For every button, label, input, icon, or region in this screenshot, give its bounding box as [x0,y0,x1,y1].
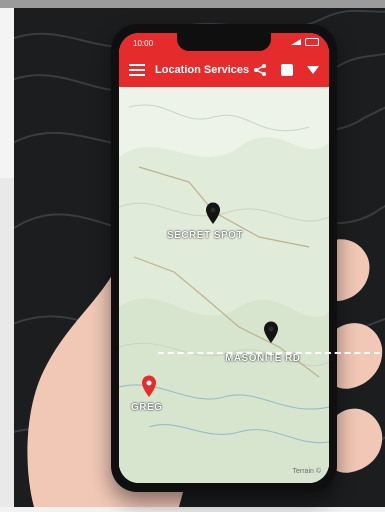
save-icon[interactable] [281,64,293,76]
marker-label-secret-spot: SECRET SPOT [167,230,244,241]
phone-screen: 10:00 Location Services SECRET SPOT MASO… [119,33,329,483]
map-marker-masonite-rd[interactable] [263,321,279,343]
marker-label-greg: GREG [131,402,163,413]
filter-icon[interactable] [307,66,319,74]
map-pin-icon [206,202,220,224]
share-icon[interactable] [253,63,267,77]
app-bar-actions [253,63,319,77]
map-marker-greg[interactable] [141,375,157,397]
phone-notch [177,33,271,51]
app-title: Location Services [155,64,250,76]
map-background [119,87,329,483]
app-bar: Location Services [119,53,329,87]
map-pin-icon [264,321,278,343]
battery-icon [305,38,319,46]
left-gray-block [0,178,14,507]
top-strip [0,0,385,8]
map-marker-secret-spot[interactable] [205,202,221,224]
marker-label-masonite-rd: MASONITE RD [225,353,301,364]
status-bar: 10:00 [119,33,329,53]
signal-icon [291,39,301,45]
status-time: 10:00 [133,39,154,48]
map-credit: Terrain © [292,468,322,475]
track-dashed-line [158,352,380,354]
menu-icon[interactable] [129,64,145,76]
map-pin-icon [142,375,156,397]
system-icons [291,38,319,46]
map-view[interactable]: SECRET SPOT MASONITE RD GREG Terrain © [119,87,329,483]
